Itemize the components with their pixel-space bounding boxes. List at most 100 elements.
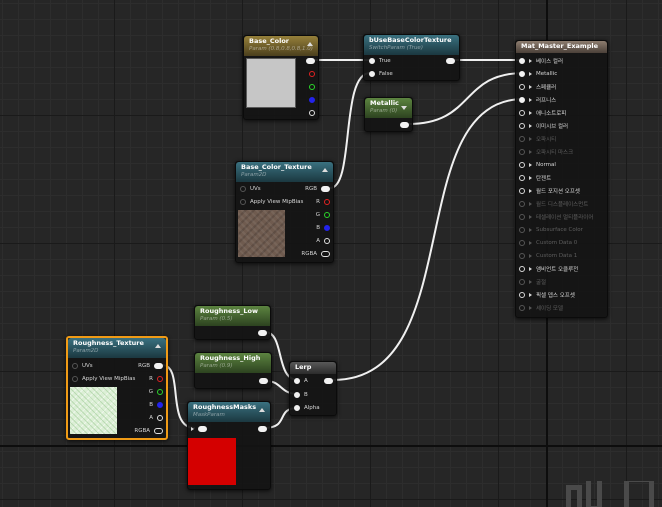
collapse-caret-icon[interactable] — [155, 344, 161, 348]
material-input-pin[interactable]: 탄젠트 — [519, 173, 551, 183]
material-input-pin[interactable]: 테셀레이션 멀티플라이어 — [519, 212, 593, 222]
input-pin-uvs[interactable] — [191, 424, 207, 434]
node-header[interactable]: Roughness_Texture Param2D — [68, 338, 166, 358]
pin-red-icon — [309, 71, 315, 77]
origin-axis-horizontal — [0, 445, 662, 447]
output-pin-rgba[interactable]: RGBA — [134, 426, 163, 436]
input-pin-mip-bias[interactable]: Apply View MipBias — [240, 197, 303, 207]
pin-filled-icon — [519, 97, 525, 103]
input-pin-true[interactable]: True — [369, 56, 391, 66]
output-pin-rgb[interactable]: RGB — [138, 361, 163, 371]
output-pin-r[interactable]: R — [149, 374, 163, 384]
pin-arrow-icon — [529, 228, 532, 232]
output-pin-rgba[interactable]: RGBA — [301, 249, 330, 259]
node-header[interactable]: bUseBaseColorTexture SwitchParam (True) — [364, 35, 459, 55]
output-pin-g[interactable]: G — [149, 387, 163, 397]
node-roughness-masks[interactable]: RoughnessMasks MaskParam — [187, 401, 271, 490]
output-pin-r[interactable] — [309, 69, 315, 79]
node-header[interactable]: Base_Color_Texture Param2D — [236, 162, 333, 182]
pin-filled-icon — [306, 58, 315, 64]
node-header[interactable]: Base_Color Param (0.8,0.8,0.8,1.0) — [244, 36, 318, 56]
input-pin-uvs[interactable]: UVs — [240, 184, 261, 194]
input-pin-mip-bias[interactable]: Apply View MipBias — [72, 374, 135, 384]
output-pin[interactable] — [258, 328, 267, 338]
output-pin[interactable] — [446, 56, 455, 66]
material-input-pin[interactable]: 셰이딩 모델 — [519, 303, 563, 313]
output-pin-g[interactable] — [309, 82, 315, 92]
material-input-pin[interactable]: 오파시티 마스크 — [519, 147, 573, 157]
material-input-pin[interactable]: Custom Data 0 — [519, 238, 577, 248]
input-pin-uvs[interactable]: UVs — [72, 361, 93, 371]
node-subtitle: MaskParam — [193, 412, 225, 418]
output-pin-r[interactable]: R — [316, 197, 330, 207]
node-header[interactable]: RoughnessMasks MaskParam — [188, 402, 270, 422]
material-input-pin[interactable]: 스페큘러 — [519, 82, 556, 92]
node-roughness-texture[interactable]: Roughness_Texture Param2D UVs Apply View… — [66, 336, 168, 440]
output-pin-a[interactable]: A — [316, 236, 330, 246]
output-pin[interactable] — [258, 424, 267, 434]
node-header[interactable]: Roughness_High Param (0.9) — [195, 353, 271, 373]
output-pin-a[interactable] — [309, 108, 315, 118]
input-pin-alpha[interactable]: Alpha — [294, 403, 320, 413]
node-base-color[interactable]: Base_Color Param (0.8,0.8,0.8,1.0) — [243, 35, 319, 120]
pin-empty-icon — [519, 162, 525, 168]
output-pin-g[interactable]: G — [316, 210, 330, 220]
node-title: Lerp — [295, 363, 312, 371]
material-input-pin[interactable]: 월드 디스플레이스먼트 — [519, 199, 588, 209]
material-input-pin[interactable]: Metallic — [519, 69, 557, 79]
output-pin[interactable] — [324, 376, 333, 386]
pin-label: B — [304, 392, 308, 398]
material-input-pin[interactable]: 앰비언트 오클루전 — [519, 264, 578, 274]
output-pin-a[interactable]: A — [149, 413, 163, 423]
pin-red-icon — [157, 376, 163, 382]
material-input-pin[interactable]: 굴절 — [519, 277, 546, 287]
material-input-pin[interactable]: Subsurface Color — [519, 225, 583, 235]
pin-label: 앰비언트 오클루전 — [536, 267, 579, 273]
material-input-pin[interactable]: 베이스 컬러 — [519, 56, 563, 66]
material-input-pin[interactable]: 픽셀 뎁스 오프셋 — [519, 290, 575, 300]
pin-empty-icon — [72, 363, 78, 369]
node-base-color-texture[interactable]: Base_Color_Texture Param2D UVs Apply Vie… — [235, 161, 334, 263]
material-input-pin[interactable]: Custom Data 1 — [519, 251, 577, 261]
output-pin-b[interactable] — [309, 95, 315, 105]
pin-empty-icon — [519, 201, 525, 207]
collapse-caret-icon[interactable] — [307, 42, 313, 46]
input-pin-a[interactable]: A — [294, 376, 308, 386]
node-header[interactable]: Lerp — [290, 362, 336, 374]
expand-caret-icon[interactable] — [401, 106, 407, 110]
input-pin-b[interactable]: B — [294, 390, 308, 400]
output-pin-rgb[interactable]: RGB — [305, 184, 330, 194]
material-input-pin[interactable]: 오파시티 — [519, 134, 556, 144]
node-header[interactable]: Metallic Param (0) — [365, 98, 412, 118]
node-roughness-low[interactable]: Roughness_Low Param (0.5) — [194, 305, 271, 340]
node-lerp[interactable]: Lerp A B Alpha — [289, 361, 337, 416]
node-header[interactable]: Mat_Master_Example — [516, 41, 607, 53]
pin-label: Normal — [536, 162, 556, 168]
node-static-switch[interactable]: bUseBaseColorTexture SwitchParam (True) … — [363, 34, 460, 81]
output-pin[interactable] — [259, 376, 268, 386]
material-input-pin[interactable]: Normal — [519, 160, 556, 170]
material-input-pin[interactable]: 애니소트로피 — [519, 108, 566, 118]
output-pin-b[interactable]: B — [316, 223, 330, 233]
material-input-pin[interactable]: 러프니스 — [519, 95, 556, 105]
node-metallic[interactable]: Metallic Param (0) — [364, 97, 413, 132]
pin-label: 오파시티 — [536, 137, 557, 143]
node-material-result[interactable]: Mat_Master_Example 베이스 컬러 Metallic 스페큘러러프니… — [515, 40, 608, 318]
output-pin-b[interactable]: B — [149, 400, 163, 410]
material-input-pin[interactable]: 월드 포지션 오프셋 — [519, 186, 580, 196]
node-roughness-high[interactable]: Roughness_High Param (0.9) — [194, 352, 272, 389]
output-pin-rgb[interactable] — [306, 56, 315, 66]
collapse-caret-icon[interactable] — [322, 168, 328, 172]
pin-label: Custom Data 1 — [536, 253, 578, 259]
pin-green-icon — [324, 212, 330, 218]
material-input-pin[interactable]: 이미시브 컬러 — [519, 121, 568, 131]
pin-filled-icon — [198, 426, 207, 432]
pin-label: RGB — [305, 186, 317, 192]
collapse-caret-icon[interactable] — [259, 408, 265, 412]
input-pin-false[interactable]: False — [369, 69, 393, 79]
pin-label: 탄젠트 — [536, 176, 552, 182]
node-header[interactable]: Roughness_Low Param (0.5) — [195, 306, 270, 326]
pin-arrow-icon — [529, 176, 532, 180]
output-pin[interactable] — [400, 120, 409, 130]
pin-label: True — [379, 58, 391, 64]
